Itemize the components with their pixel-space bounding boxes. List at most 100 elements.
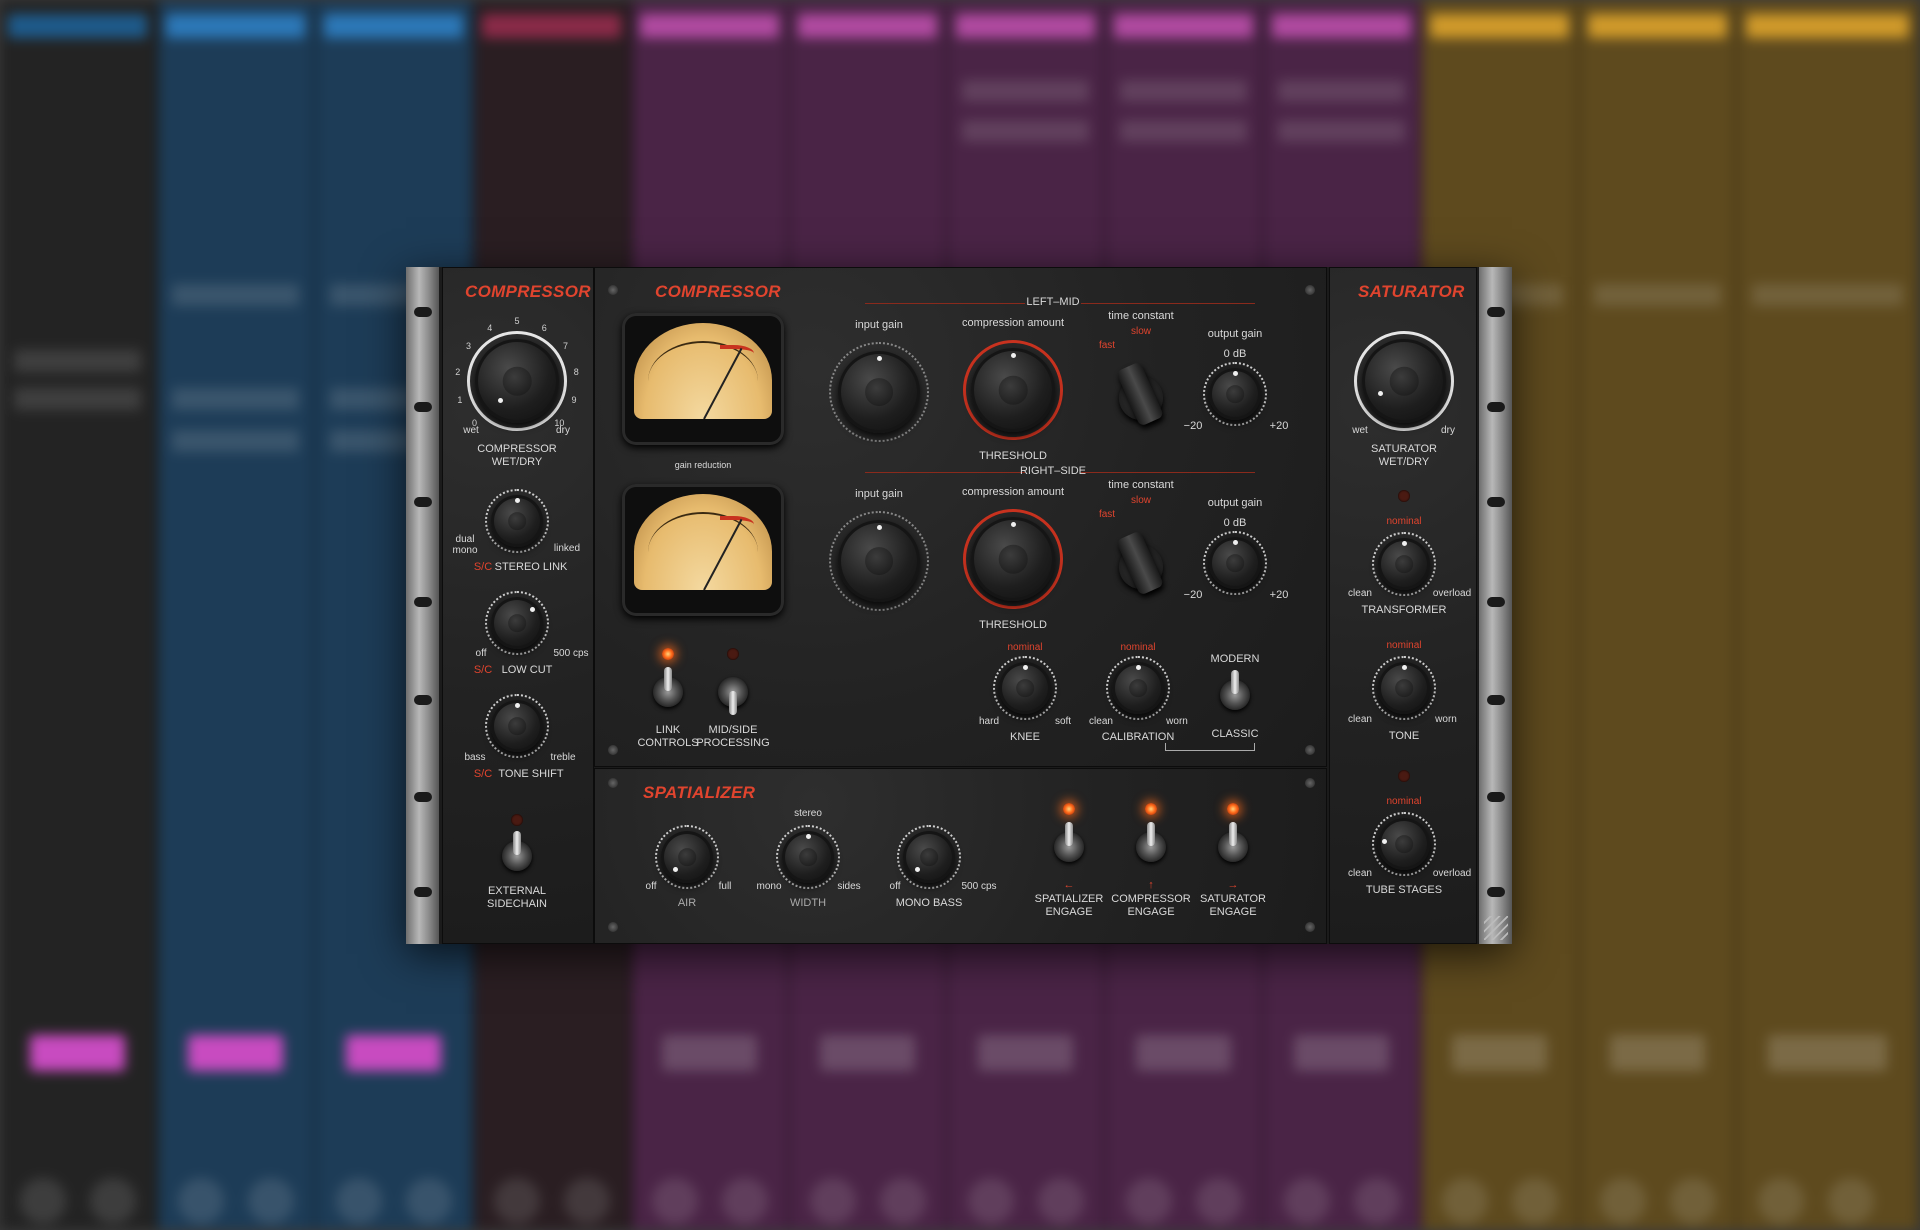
wetdry-tick-label: 3: [465, 340, 471, 351]
wetdry-tick-label: 6: [541, 322, 547, 333]
saturator-wetdry-knob[interactable]: [1362, 339, 1446, 423]
width-max-label: sides: [837, 881, 861, 892]
saturator-wetdry-line2: WET/DRY: [1378, 456, 1430, 468]
air-min-label: off: [645, 881, 657, 892]
stereo-link-prefix: S/C: [473, 561, 493, 573]
rs-fast-label: fast: [1098, 509, 1116, 520]
wetdry-tick-label: 8: [573, 366, 579, 377]
calibration-label: CALIBRATION: [1101, 731, 1175, 743]
knee-label: KNEE: [1010, 731, 1040, 743]
width-min-label: mono: [756, 881, 782, 892]
air-knob[interactable]: [661, 831, 713, 883]
stereo-link-max-label: linked: [553, 543, 581, 554]
link-controls-line1: LINK: [655, 724, 681, 736]
rs-compression-amount-knob[interactable]: [971, 517, 1055, 601]
spatializer-engage-led: [1063, 803, 1075, 815]
tube-stages-led: [1398, 770, 1410, 782]
saturator-wetdry-line1: SATURATOR: [1370, 443, 1438, 455]
external-sidechain-toggle[interactable]: [502, 831, 532, 871]
low-cut-knob[interactable]: [491, 597, 543, 649]
lm-output-gain-knob[interactable]: [1209, 368, 1261, 420]
low-cut-min-label: off: [475, 648, 487, 659]
mono-bass-min-label: off: [889, 881, 901, 892]
plugin-window: COMPRESSOR wet dry COMPRESSOR WET/DRY du…: [406, 267, 1512, 944]
section-line: [1081, 303, 1255, 304]
rs-time-constant-label: time constant: [1108, 479, 1174, 491]
screw: [1305, 745, 1315, 755]
saturator-wetdry-max-label: dry: [1441, 425, 1455, 436]
wetdry-tick-label: 1: [457, 394, 463, 405]
calibration-knob[interactable]: [1112, 662, 1164, 714]
mode-modern-label: MODERN: [1210, 653, 1260, 665]
screw: [1305, 285, 1315, 295]
mono-bass-knob[interactable]: [903, 831, 955, 883]
lm-output-min-label: −20: [1183, 420, 1203, 432]
lm-input-gain-knob[interactable]: [838, 351, 920, 433]
mode-toggle[interactable]: [1220, 670, 1250, 710]
rs-output-gain-label: output gain: [1207, 497, 1263, 509]
low-cut-prefix: S/C: [473, 664, 493, 676]
transformer-label: TRANSFORMER: [1361, 604, 1447, 616]
wetdry-label-line2: WET/DRY: [491, 456, 543, 468]
transformer-led: [1398, 490, 1410, 502]
tube-stages-min-label: clean: [1348, 868, 1372, 879]
rs-threshold-label: THRESHOLD: [979, 619, 1047, 631]
tone-nominal-label: nominal: [1386, 640, 1422, 651]
saturator-engage-arrow: →: [1227, 879, 1239, 891]
screw: [608, 778, 618, 788]
wetdry-tick-label: 10: [554, 418, 565, 429]
tone-shift-knob[interactable]: [491, 700, 543, 752]
compressor-engage-led: [1145, 803, 1157, 815]
wetdry-tick-label: 5: [514, 316, 520, 326]
external-sidechain-line1: EXTERNAL: [487, 885, 547, 897]
spatializer-engage-line2: ENGAGE: [1045, 906, 1093, 918]
screw: [608, 922, 618, 932]
spatializer-panel-title: SPATIALIZER: [643, 783, 756, 802]
stereo-link-min-line1: dual: [455, 534, 475, 545]
link-controls-led: [662, 648, 674, 660]
gain-reduction-meter-top: [622, 313, 784, 445]
tone-label: TONE: [1388, 730, 1420, 742]
compressor-panel: COMPRESSOR gain reduction LEFT–MID input…: [594, 267, 1327, 767]
stereo-link-knob[interactable]: [491, 495, 543, 547]
knee-max-label: soft: [1054, 716, 1072, 727]
compressor-wetdry-knob[interactable]: [475, 339, 559, 423]
tube-stages-knob[interactable]: [1378, 818, 1430, 870]
rs-output-min-label: −20: [1183, 589, 1203, 601]
mixer-strip: [1580, 0, 1738, 1230]
saturator-panel: SATURATOR wet dry SATURATOR WET/DRY nomi…: [1329, 267, 1477, 944]
link-controls-line2: CONTROLS: [637, 737, 699, 749]
spatializer-engage-toggle[interactable]: [1054, 822, 1084, 862]
compressor-engage-toggle[interactable]: [1136, 822, 1166, 862]
wetdry-tick-label: 0: [472, 418, 478, 429]
section-line: [865, 303, 1025, 304]
mixer-strip: [1738, 0, 1920, 1230]
tube-stages-max-label: overload: [1432, 868, 1472, 879]
width-knob[interactable]: [782, 831, 834, 883]
link-controls-toggle[interactable]: [653, 667, 683, 707]
low-cut-label: LOW CUT: [501, 664, 553, 676]
mid-side-line2: PROCESSING: [696, 737, 770, 749]
rs-input-gain-knob[interactable]: [838, 520, 920, 602]
lm-threshold-label: THRESHOLD: [979, 450, 1047, 462]
section-line: [865, 472, 1025, 473]
resize-grip-icon[interactable]: [1484, 916, 1508, 940]
compressor-panel-title: COMPRESSOR: [655, 282, 781, 301]
stereo-link-label: STEREO LINK: [494, 561, 568, 573]
mid-side-toggle[interactable]: [718, 677, 748, 715]
lm-slow-label: slow: [1130, 326, 1152, 337]
lm-compression-amount-knob[interactable]: [971, 348, 1055, 432]
rs-input-gain-label: input gain: [855, 488, 903, 500]
wetdry-tick-label: 9: [571, 394, 577, 405]
saturator-engage-line2: ENGAGE: [1209, 906, 1257, 918]
lm-zero-db-label: 0 dB: [1223, 348, 1247, 360]
right-side-section-label: RIGHT–SIDE: [1019, 465, 1087, 477]
section-line: [1081, 472, 1255, 473]
knee-knob[interactable]: [999, 662, 1051, 714]
tone-knob[interactable]: [1378, 662, 1430, 714]
rs-output-gain-knob[interactable]: [1209, 537, 1261, 589]
transformer-knob[interactable]: [1378, 538, 1430, 590]
tone-min-label: clean: [1348, 714, 1372, 725]
saturator-engage-toggle[interactable]: [1218, 822, 1248, 862]
air-label: AIR: [677, 897, 697, 909]
